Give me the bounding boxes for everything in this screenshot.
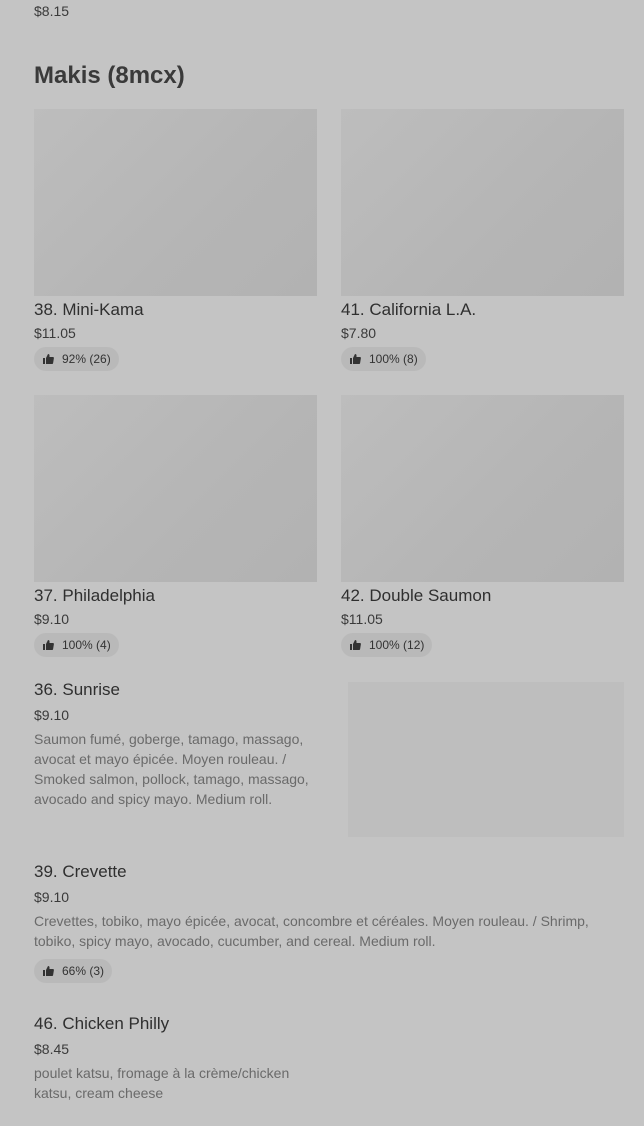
item-price: $7.80	[341, 325, 377, 341]
item-name: 38. Mini-Kama	[34, 300, 144, 319]
previous-item-price: $8.15	[34, 3, 70, 19]
item-price: $11.05	[34, 325, 76, 341]
section-title: Makis (8mcx)	[34, 62, 185, 89]
item-price: $11.05	[341, 611, 383, 627]
item-price: $9.10	[34, 707, 70, 723]
rating-text: 100% (8)	[369, 352, 418, 366]
item-description: poulet katsu, fromage à la crème/chicken…	[34, 1065, 290, 1101]
rating-badge: 66% (3)	[34, 959, 113, 983]
item-name: 37. Philadelphia	[34, 586, 155, 605]
rating-badge: 100% (12)	[341, 633, 433, 657]
thumbs-up-icon	[350, 640, 361, 650]
item-price: $9.10	[34, 889, 70, 905]
item-image	[341, 109, 624, 296]
thumbs-up-icon	[43, 640, 54, 650]
item-name: 36. Sunrise	[34, 680, 120, 699]
rating-badge: 92% (26)	[34, 347, 119, 371]
item-image	[341, 395, 624, 582]
thumbs-up-icon	[43, 966, 54, 976]
item-description: Crevettes, tobiko, mayo épicée, avocat, …	[34, 913, 589, 949]
rating-text: 92% (26)	[62, 352, 111, 366]
item-price: $8.45	[34, 1041, 70, 1057]
rating-badge: 100% (8)	[341, 347, 426, 371]
item-image	[348, 682, 624, 837]
rating-text: 66% (3)	[62, 964, 105, 978]
item-description: Saumon fumé, goberge, tamago, massago, a…	[34, 731, 309, 807]
item-image	[34, 395, 317, 582]
thumbs-up-icon	[43, 354, 54, 364]
rating-text: 100% (4)	[62, 638, 111, 652]
item-name: 39. Crevette	[34, 862, 127, 881]
thumbs-up-icon	[350, 354, 361, 364]
item-image	[34, 109, 317, 296]
item-name: 42. Double Saumon	[341, 586, 492, 605]
item-price: $9.10	[34, 611, 70, 627]
rating-badge: 100% (4)	[34, 633, 119, 657]
item-name: 41. California L.A.	[341, 300, 477, 319]
rating-text: 100% (12)	[369, 638, 425, 652]
item-name: 46. Chicken Philly	[34, 1014, 170, 1033]
